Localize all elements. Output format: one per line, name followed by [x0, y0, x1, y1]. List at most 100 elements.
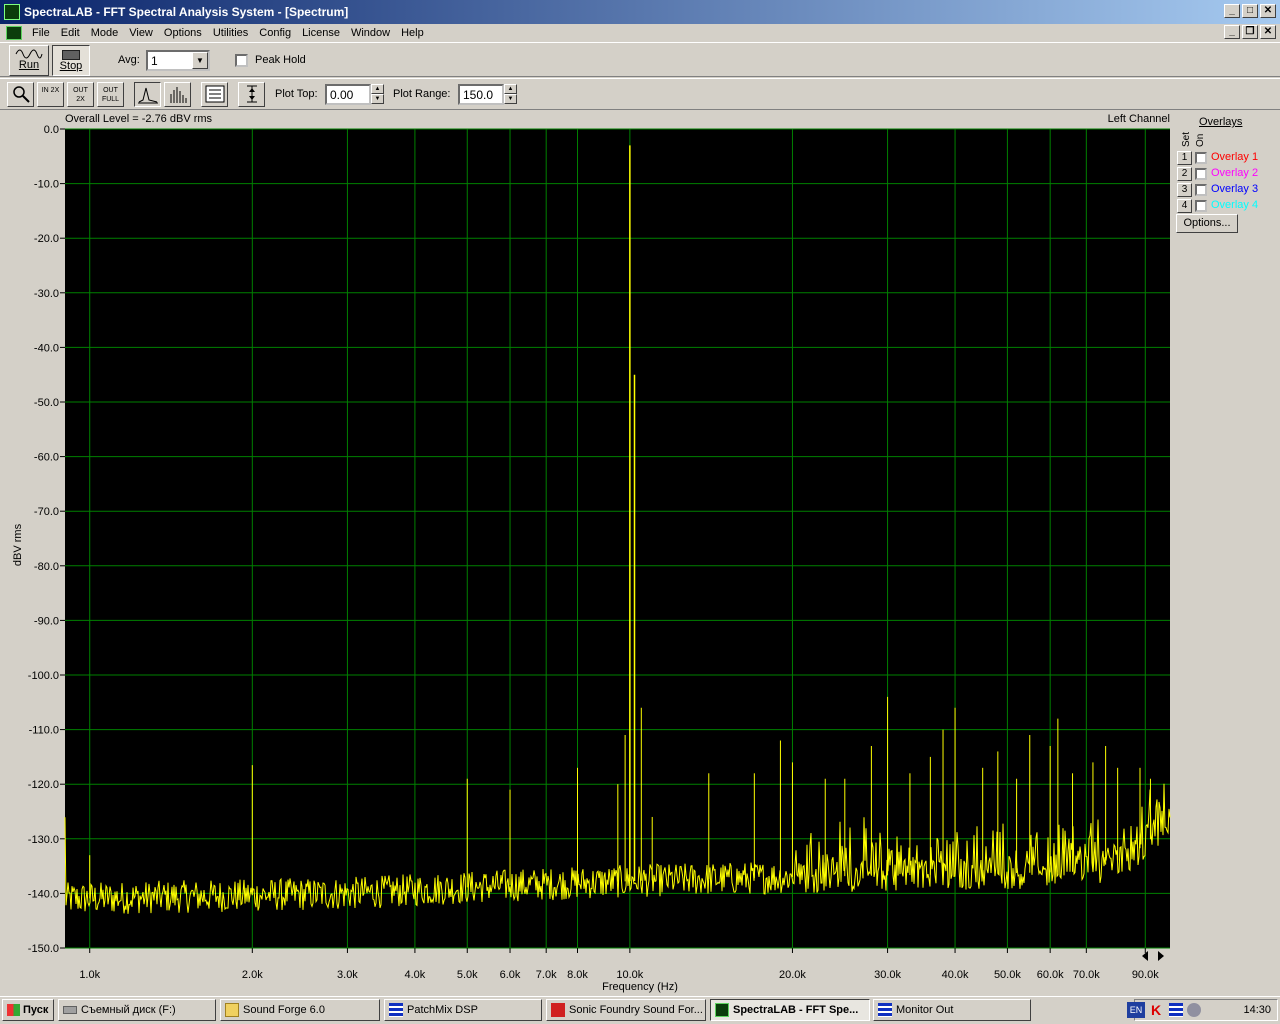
task-removable-disk[interactable]: Съемный диск (F:): [58, 999, 216, 1021]
windows-logo-icon: [7, 1004, 20, 1016]
window-title: SpectraLAB - FFT Spectral Analysis Syste…: [24, 5, 349, 19]
zoom-button[interactable]: [7, 82, 34, 107]
menu-license[interactable]: License: [298, 27, 347, 39]
overlay-checkbox-3[interactable]: [1195, 184, 1207, 196]
run-button[interactable]: Run: [9, 45, 49, 76]
plot-top-spinner[interactable]: ▲ ▼: [371, 84, 384, 105]
menu-edit[interactable]: Edit: [57, 27, 87, 39]
zoom-out-2x-button[interactable]: OUT 2X: [67, 82, 94, 107]
zoom-full-icon: OUT FULL: [101, 87, 120, 103]
spin-down-icon[interactable]: ▼: [504, 94, 517, 104]
plot-top-input[interactable]: 0.00: [325, 84, 371, 105]
doc-close-button[interactable]: ✕: [1260, 25, 1276, 39]
close-button[interactable]: ✕: [1260, 4, 1276, 18]
stop-label: Stop: [59, 60, 83, 72]
overlay-checkbox-2[interactable]: [1195, 168, 1207, 180]
title-bar: SpectraLAB - FFT Spectral Analysis Syste…: [0, 0, 1280, 24]
overlay-set-button-2[interactable]: 2: [1177, 167, 1192, 181]
bar-plot-button[interactable]: [164, 82, 191, 107]
overlay-label-1: Overlay 1: [1211, 151, 1259, 163]
overlay-on-label: On: [1195, 133, 1206, 147]
menu-file[interactable]: File: [28, 27, 57, 39]
menu-config[interactable]: Config: [255, 27, 298, 39]
run-label: Run: [18, 59, 40, 71]
task-sound-forge-folder[interactable]: Sound Forge 6.0: [220, 999, 380, 1021]
menu-mode[interactable]: Mode: [87, 27, 126, 39]
plot-range-input[interactable]: 150.0: [458, 84, 504, 105]
overlay-checkbox-4[interactable]: [1195, 200, 1207, 212]
plot-toolbar: IN 2X OUT 2X OUT FULL Plot Top: 0.00 ▲ ▼…: [0, 78, 1280, 110]
properties-button[interactable]: [201, 82, 228, 107]
chevron-down-icon[interactable]: ▼: [192, 52, 208, 69]
spin-down-icon[interactable]: ▼: [371, 94, 384, 104]
bar-plot-icon: [170, 87, 186, 103]
zoom-in-2x-button[interactable]: IN 2X: [37, 82, 64, 107]
spectralab-icon: [4, 4, 20, 20]
overlay-set-button-4[interactable]: 4: [1177, 199, 1192, 213]
start-button[interactable]: Пуск: [2, 999, 54, 1021]
task-spectralab[interactable]: SpectraLAB - FFT Spe...: [710, 999, 870, 1021]
control-toolbar: Run Stop Avg: 1 ▼ Peak Hold: [0, 42, 1280, 77]
avg-label: Avg:: [118, 54, 140, 66]
spectralab-icon: [715, 1003, 729, 1017]
menu-options[interactable]: Options: [160, 27, 209, 39]
task-label: PatchMix DSP: [407, 1004, 478, 1016]
spin-up-icon[interactable]: ▲: [504, 84, 517, 94]
overlay-set-button-1[interactable]: 1: [1177, 151, 1192, 165]
stop-button[interactable]: Stop: [52, 45, 90, 76]
doc-minimize-button[interactable]: _: [1224, 25, 1240, 39]
menu-window[interactable]: Window: [347, 27, 397, 39]
line-plot-button[interactable]: [134, 82, 161, 107]
mixer-icon: [878, 1003, 892, 1017]
line-plot-icon: [137, 87, 158, 104]
soundforge-icon: [551, 1003, 565, 1017]
avg-select[interactable]: 1 ▼: [146, 50, 210, 71]
zoom-out-icon: OUT 2X: [73, 87, 88, 103]
start-label: Пуск: [23, 1004, 49, 1016]
taskbar: Пуск Съемный диск (F:) Sound Forge 6.0 P…: [0, 996, 1280, 1024]
overlay-label-4: Overlay 4: [1211, 199, 1259, 211]
task-label: Monitor Out: [896, 1004, 954, 1016]
task-monitor-out[interactable]: Monitor Out: [873, 999, 1031, 1021]
volume-icon[interactable]: [1187, 1003, 1201, 1017]
drive-icon: [63, 1006, 77, 1014]
folder-icon: [225, 1003, 239, 1017]
menu-utilities[interactable]: Utilities: [209, 27, 255, 39]
overlay-checkbox-1[interactable]: [1195, 152, 1207, 164]
plot-range-spinner[interactable]: ▲ ▼: [504, 84, 517, 105]
task-patchmix[interactable]: PatchMix DSP: [384, 999, 542, 1021]
task-label: Sound Forge 6.0: [243, 1004, 325, 1016]
mixer-tray-icon[interactable]: [1169, 1003, 1183, 1017]
document-icon[interactable]: [6, 26, 22, 40]
plot-range-value: 150.0: [463, 88, 494, 102]
peak-hold-checkbox[interactable]: [235, 54, 248, 67]
spin-up-icon[interactable]: ▲: [371, 84, 384, 94]
minimize-button[interactable]: _: [1224, 4, 1240, 18]
peak-hold-label: Peak Hold: [255, 54, 306, 66]
magnifier-icon: [12, 86, 30, 103]
zoom-out-full-button[interactable]: OUT FULL: [97, 82, 124, 107]
doc-restore-button[interactable]: ❐: [1242, 25, 1258, 39]
kaspersky-icon[interactable]: K: [1151, 1003, 1165, 1017]
vertical-scale-icon: [246, 85, 257, 103]
plot-top-label: Plot Top:: [275, 88, 318, 100]
overlay-set-button-3[interactable]: 3: [1177, 183, 1192, 197]
overlay-label-2: Overlay 2: [1211, 167, 1259, 179]
menu-bar: File Edit Mode View Options Utilities Co…: [0, 24, 1280, 42]
maximize-button[interactable]: □: [1242, 4, 1258, 18]
system-tray: EN K 14:30: [1127, 999, 1278, 1021]
overlay-options-button[interactable]: Options...: [1176, 214, 1238, 233]
task-label: SpectraLAB - FFT Spe...: [733, 1004, 859, 1016]
mixer-icon: [389, 1003, 403, 1017]
settings-list-icon: [205, 85, 224, 103]
menu-view[interactable]: View: [125, 27, 160, 39]
overlays-title: Overlays: [1199, 116, 1243, 128]
stop-icon: [62, 50, 80, 60]
zoom-in-icon: IN 2X: [41, 87, 60, 94]
scale-button[interactable]: [238, 82, 265, 107]
overlay-label-3: Overlay 3: [1211, 183, 1259, 195]
menu-help[interactable]: Help: [397, 27, 431, 39]
task-label: Съемный диск (F:): [81, 1004, 176, 1016]
task-sonic-foundry[interactable]: Sonic Foundry Sound For...: [546, 999, 706, 1021]
language-indicator[interactable]: EN: [1127, 1002, 1145, 1018]
